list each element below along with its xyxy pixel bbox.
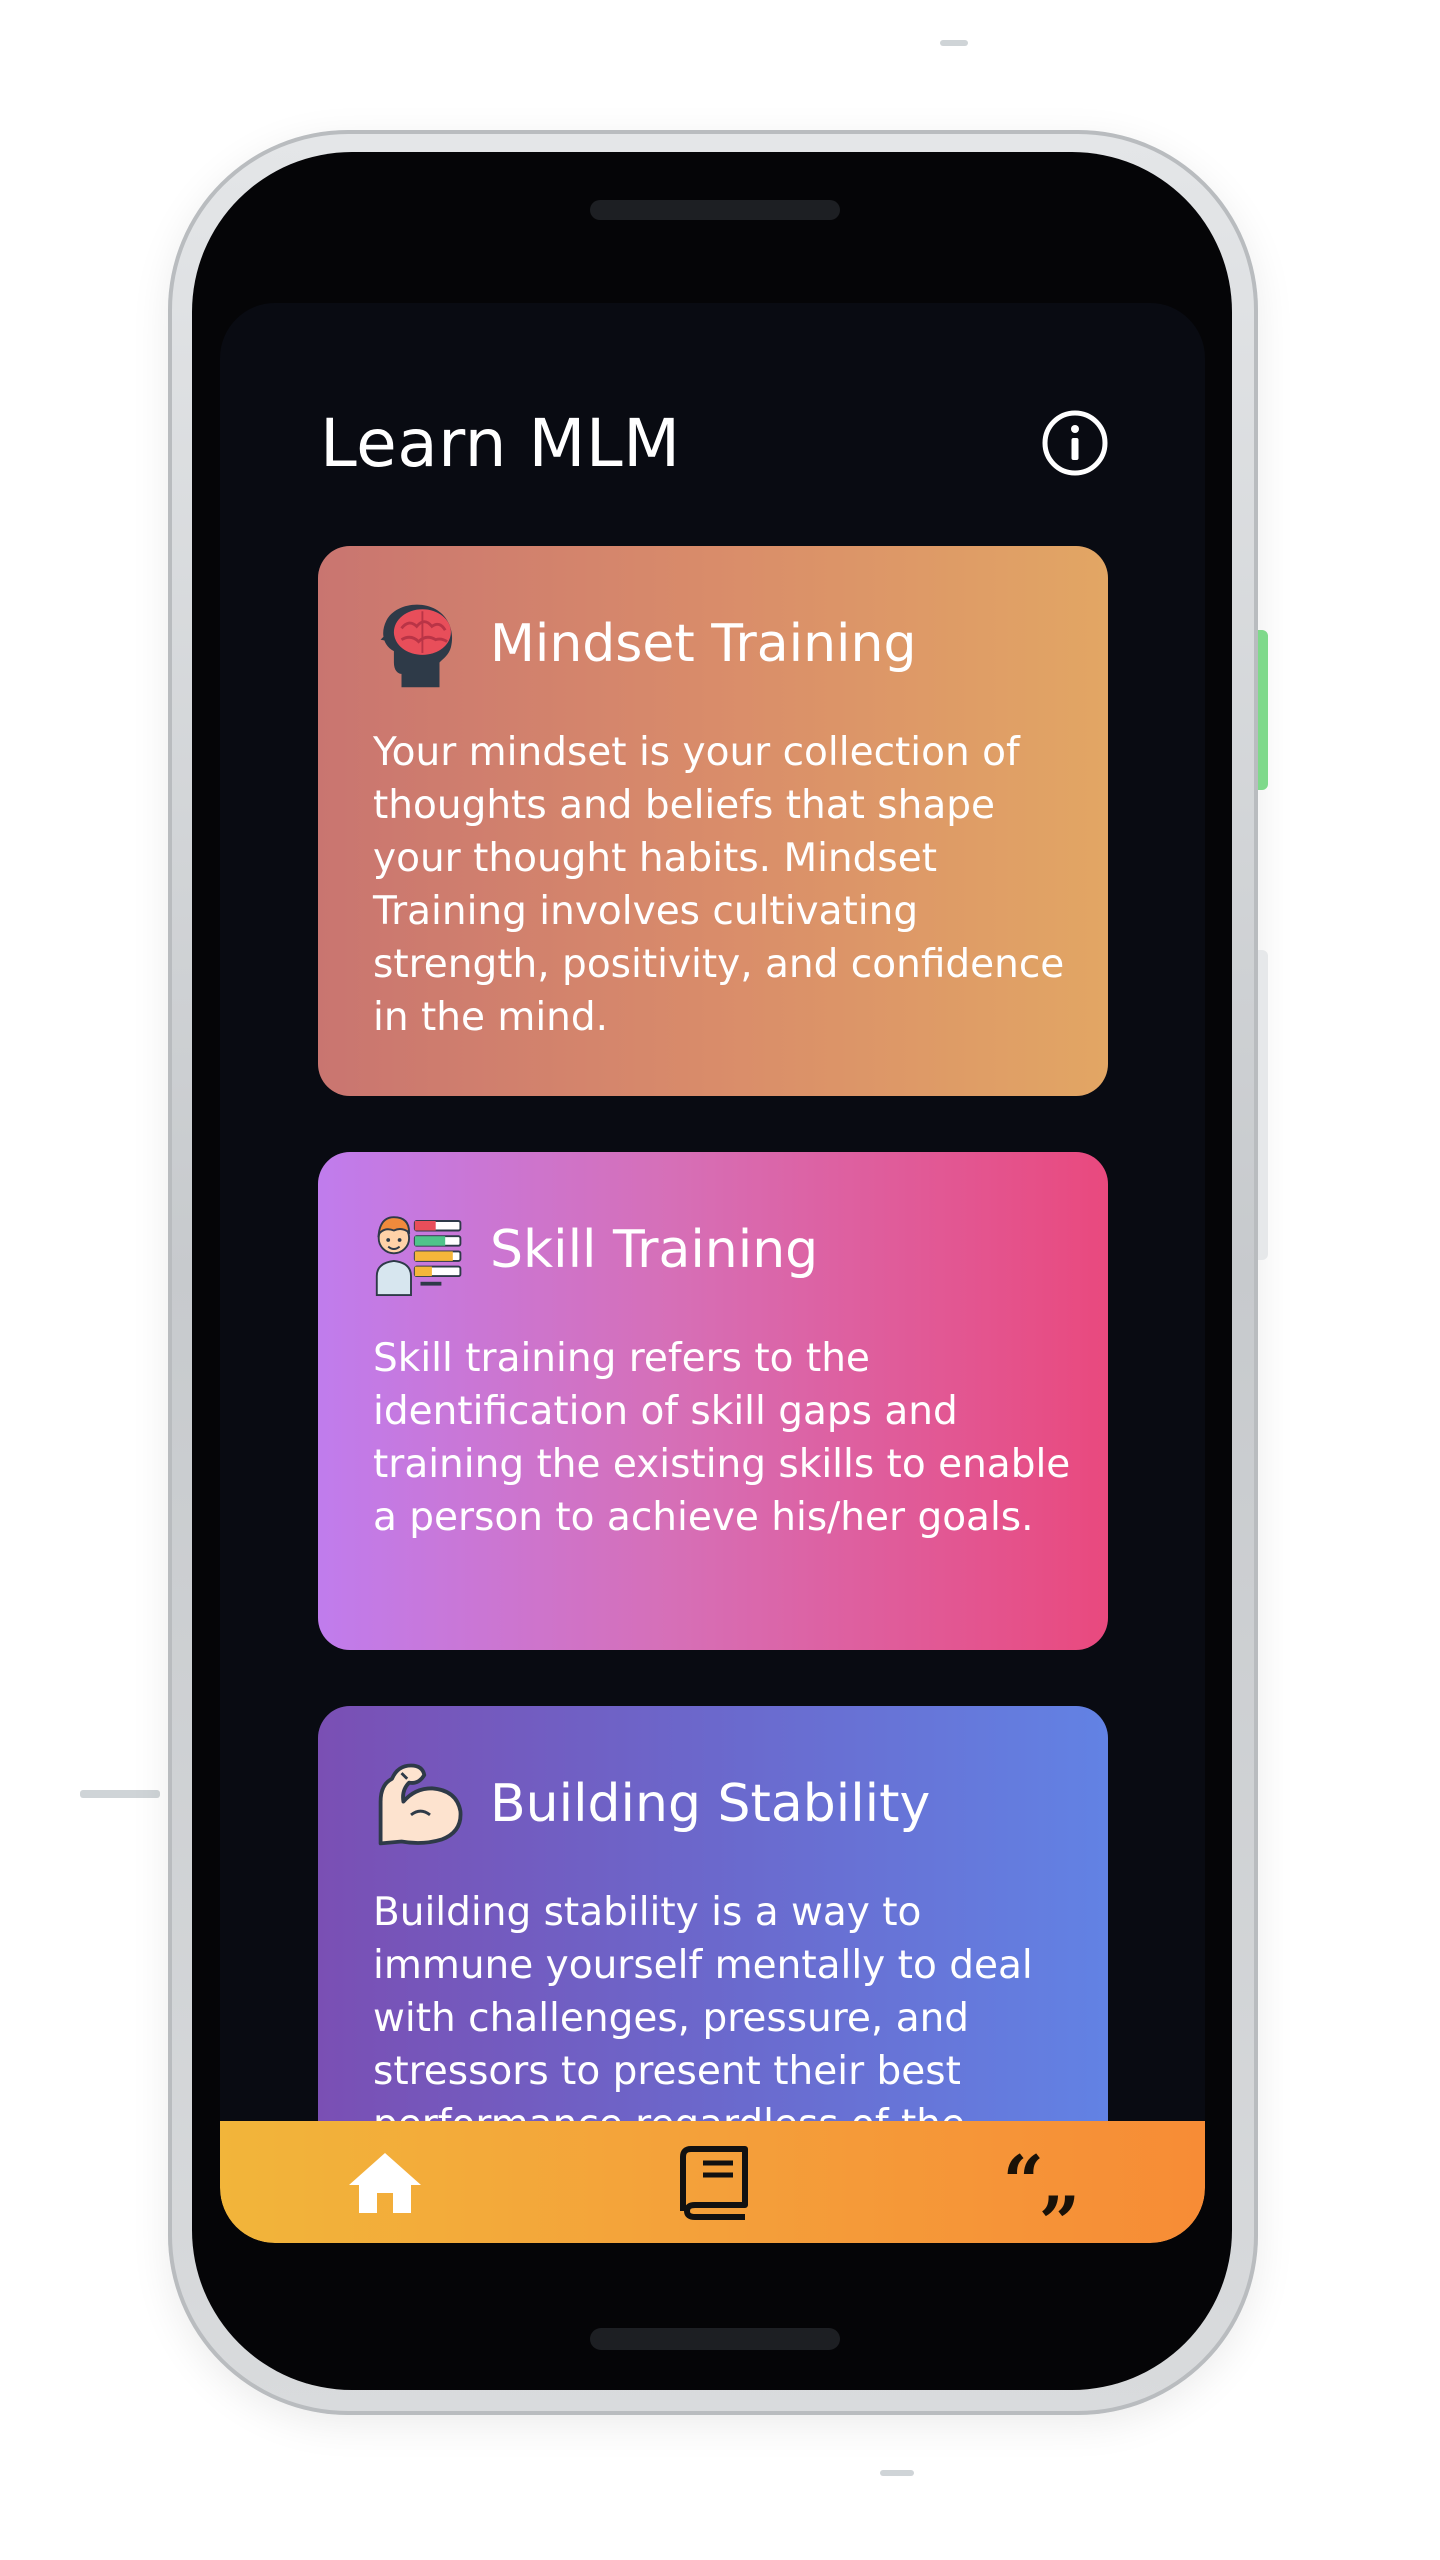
phone-side-button — [1258, 950, 1268, 1260]
nav-book-button[interactable] — [653, 2137, 773, 2227]
card-description: Skill training refers to the identificat… — [373, 1336, 1071, 1540]
book-icon — [679, 2146, 748, 2220]
flexed-arm-icon — [378, 1763, 463, 1846]
background-artifact — [940, 40, 968, 46]
app-header: Learn MLM — [320, 393, 1110, 493]
card-skill-training[interactable]: Skill Training Skill training refers to … — [318, 1152, 1108, 1650]
card-title: Skill Training — [490, 1219, 819, 1280]
quote-icon: “„ — [1002, 2139, 1082, 2224]
phone-speaker-bottom — [590, 2328, 840, 2350]
phone-speaker-top — [590, 200, 840, 220]
card-description: Your mindset is your collection of thoug… — [373, 730, 1065, 1040]
card-mindset-training[interactable]: Mindset Training Your mindset is your co… — [318, 546, 1108, 1096]
brain-head-icon — [380, 604, 453, 688]
card-header: Building Stability — [373, 1756, 930, 1851]
card-title: Building Stability — [490, 1773, 931, 1834]
info-circle-icon[interactable] — [1040, 408, 1110, 478]
nav-home-button[interactable] — [325, 2137, 445, 2227]
card-description: Building stability is a way to immune yo… — [373, 1890, 1033, 2147]
card-header: Skill Training — [373, 1202, 818, 1297]
phone-side-button — [1258, 630, 1268, 790]
stage: Learn MLM Mindset Training Your mindset … — [0, 0, 1440, 2560]
background-artifact — [80, 1790, 160, 1798]
home-icon — [349, 2153, 421, 2213]
background-artifact — [880, 2470, 914, 2476]
trainer-skills-icon — [375, 1216, 462, 1297]
nav-quotes-button[interactable]: “„ — [980, 2137, 1100, 2227]
app-title: Learn MLM — [320, 404, 681, 482]
bottom-navigation: “„ — [220, 2121, 1205, 2243]
card-header: Mindset Training — [373, 596, 916, 691]
card-title: Mindset Training — [490, 613, 917, 674]
app-screen: Learn MLM Mindset Training Your mindset … — [220, 303, 1205, 2243]
